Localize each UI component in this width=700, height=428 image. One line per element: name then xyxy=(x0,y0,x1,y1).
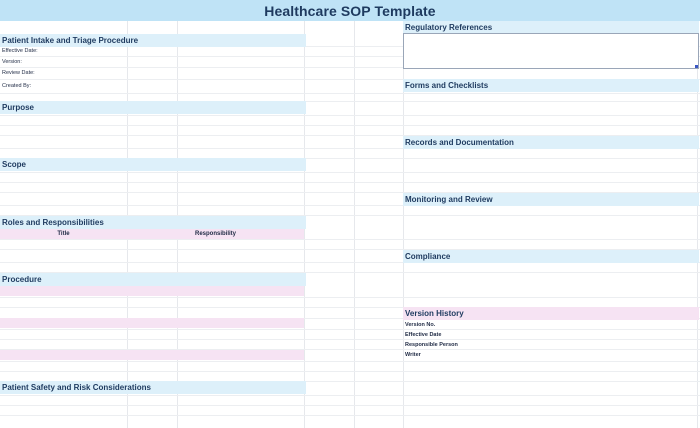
page-title: Healthcare SOP Template xyxy=(264,2,436,19)
regulatory-label: Regulatory References xyxy=(405,23,493,32)
section-roles[interactable]: Roles and Responsibilities xyxy=(0,216,306,229)
roles-col-title-label: Title xyxy=(57,231,70,237)
meta-review-date-label: Review Date: xyxy=(2,70,35,76)
selection-handle[interactable] xyxy=(695,65,698,68)
section-compliance[interactable]: Compliance xyxy=(403,250,699,263)
roles-col-title[interactable]: Title xyxy=(0,229,127,239)
purpose-label: Purpose xyxy=(2,103,35,112)
meta-effective-date[interactable]: Effective Date: xyxy=(0,46,38,56)
version-field-writer-label: Writer xyxy=(405,352,421,358)
section-version-history[interactable]: Version History xyxy=(403,307,699,320)
section-monitoring[interactable]: Monitoring and Review xyxy=(403,193,699,206)
version-history-label: Version History xyxy=(405,309,464,318)
procedure-name-label: Patient Intake and Triage Procedure xyxy=(2,36,139,45)
procedure-step-band-2[interactable] xyxy=(0,318,304,328)
procedure-step-band-3[interactable] xyxy=(0,350,304,360)
monitoring-label: Monitoring and Review xyxy=(405,195,493,204)
version-field-effective-date-label: Effective Date xyxy=(405,332,442,338)
procedure-label: Procedure xyxy=(2,275,42,284)
records-label: Records and Documentation xyxy=(405,138,514,147)
title-banner: Healthcare SOP Template xyxy=(0,0,700,21)
section-scope[interactable]: Scope xyxy=(0,158,306,171)
patient-safety-label: Patient Safety and Risk Considerations xyxy=(2,383,151,392)
meta-effective-date-label: Effective Date: xyxy=(2,48,38,54)
version-field-writer[interactable]: Writer xyxy=(403,350,421,360)
meta-created-by-label: Created By: xyxy=(2,83,32,89)
section-purpose[interactable]: Purpose xyxy=(0,101,306,114)
roles-col-responsibility-label: Responsibility xyxy=(194,231,236,237)
version-field-number-label: Version No. xyxy=(405,322,436,328)
section-procedure-name[interactable]: Patient Intake and Triage Procedure xyxy=(0,34,306,47)
meta-review-date[interactable]: Review Date: xyxy=(0,68,35,78)
forms-label: Forms and Checklists xyxy=(405,81,489,90)
meta-version[interactable]: Version: xyxy=(0,57,22,67)
roles-label: Roles and Responsibilities xyxy=(2,218,104,227)
roles-col-responsibility[interactable]: Responsibility xyxy=(127,229,304,239)
meta-version-label: Version: xyxy=(2,59,22,65)
version-field-responsible-person[interactable]: Responsible Person xyxy=(403,340,458,350)
version-field-responsible-person-label: Responsible Person xyxy=(405,342,458,348)
section-patient-safety[interactable]: Patient Safety and Risk Considerations xyxy=(0,381,306,394)
procedure-step-band-1[interactable] xyxy=(0,286,304,296)
section-records[interactable]: Records and Documentation xyxy=(403,136,699,149)
selected-cell-regulatory[interactable] xyxy=(403,33,699,69)
version-field-number[interactable]: Version No. xyxy=(403,320,435,330)
section-procedure[interactable]: Procedure xyxy=(0,273,306,286)
version-field-effective-date[interactable]: Effective Date xyxy=(403,330,441,340)
scope-label: Scope xyxy=(2,160,27,169)
compliance-label: Compliance xyxy=(405,252,451,261)
section-forms[interactable]: Forms and Checklists xyxy=(403,79,699,92)
meta-created-by[interactable]: Created By: xyxy=(0,81,31,91)
